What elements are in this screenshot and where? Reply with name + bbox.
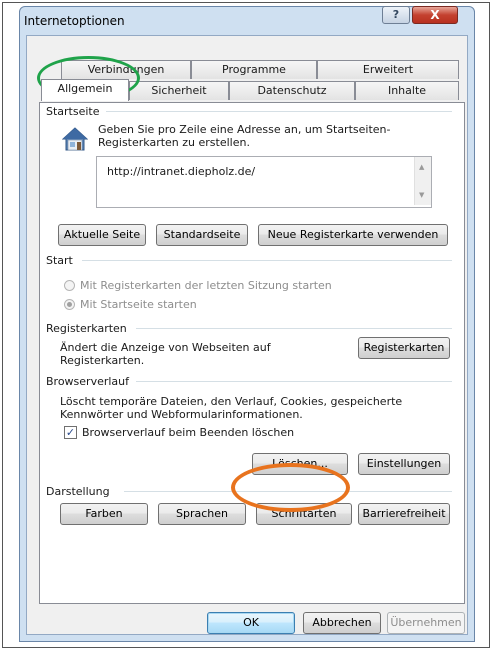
default-page-button[interactable]: Standardseite — [156, 224, 248, 246]
current-page-button[interactable]: Aktuelle Seite — [58, 224, 146, 246]
section-darstellung-heading: Darstellung — [46, 485, 116, 498]
section-startseite-heading: Startseite — [46, 105, 106, 118]
scroll-down-icon[interactable]: ▼ — [419, 191, 424, 199]
title-bar: Internetoptionen ? X — [20, 6, 474, 35]
section-divider — [100, 111, 452, 112]
cancel-button[interactable]: Abbrechen — [303, 612, 381, 634]
section-divider — [136, 328, 452, 329]
homepage-url-textarea[interactable]: http://intranet.diepholz.de/ ▲ ▼ — [96, 156, 432, 208]
house-icon — [61, 127, 89, 151]
tab-erweitert[interactable]: Erweitert — [317, 60, 459, 79]
tab-datenschutz[interactable]: Datenschutz — [229, 81, 355, 100]
section-registerkarten-heading: Registerkarten — [46, 322, 133, 335]
radio-last-session-label: Mit Registerkarten der letzten Sitzung s… — [80, 279, 332, 292]
internet-options-dialog: Internetoptionen ? X Verbindungen Progra… — [19, 6, 475, 642]
section-divider — [136, 381, 452, 382]
radio-homepage-label: Mit Startseite starten — [80, 298, 197, 311]
radio-last-session[interactable] — [64, 280, 75, 291]
radio-homepage[interactable] — [64, 299, 75, 310]
colors-button[interactable]: Farben — [60, 503, 148, 525]
tab-sicherheit[interactable]: Sicherheit — [129, 81, 229, 100]
scroll-up-icon[interactable]: ▲ — [419, 163, 424, 171]
dialog-client-area: Verbindungen Programme Erweitert Allgeme… — [26, 35, 468, 635]
browserverlauf-description: Löscht temporäre Dateien, den Verlauf, C… — [60, 395, 403, 421]
registerkarten-description: Ändert die Anzeige von Webseiten auf Reg… — [60, 341, 271, 367]
window-title: Internetoptionen — [24, 14, 125, 28]
tab-allgemein[interactable]: Allgemein — [41, 79, 129, 101]
accessibility-button[interactable]: Barrierefreiheit — [358, 503, 450, 525]
languages-button[interactable]: Sprachen — [158, 503, 246, 525]
delete-history-on-exit-label: Browserverlauf beim Beenden löschen — [82, 426, 295, 439]
tab-inhalte[interactable]: Inhalte — [355, 81, 459, 100]
ok-button[interactable]: OK — [207, 612, 295, 634]
tab-panel-allgemein: Startseite Geben Sie pro Zeile eine Adre… — [39, 102, 465, 604]
section-divider — [82, 260, 452, 261]
help-button[interactable]: ? — [382, 6, 410, 24]
history-settings-button[interactable]: Einstellungen — [358, 453, 450, 475]
close-button[interactable]: X — [412, 6, 458, 24]
delete-history-on-exit-checkbox[interactable]: ✓ — [64, 426, 77, 439]
startseite-description: Geben Sie pro Zeile eine Adresse an, um … — [98, 123, 391, 149]
apply-button: Übernehmen — [387, 612, 465, 634]
tab-programme[interactable]: Programme — [191, 60, 317, 79]
tabs-settings-button[interactable]: Registerkarten — [358, 337, 450, 359]
section-browserverlauf-heading: Browserverlauf — [46, 375, 136, 388]
new-tab-page-button[interactable]: Neue Registerkarte verwenden — [258, 224, 448, 246]
highlight-delete-button — [231, 463, 350, 512]
url-scrollbar[interactable]: ▲ ▼ — [414, 157, 431, 205]
homepage-url-text: http://intranet.diepholz.de/ — [107, 165, 256, 178]
section-start-heading: Start — [46, 254, 79, 267]
